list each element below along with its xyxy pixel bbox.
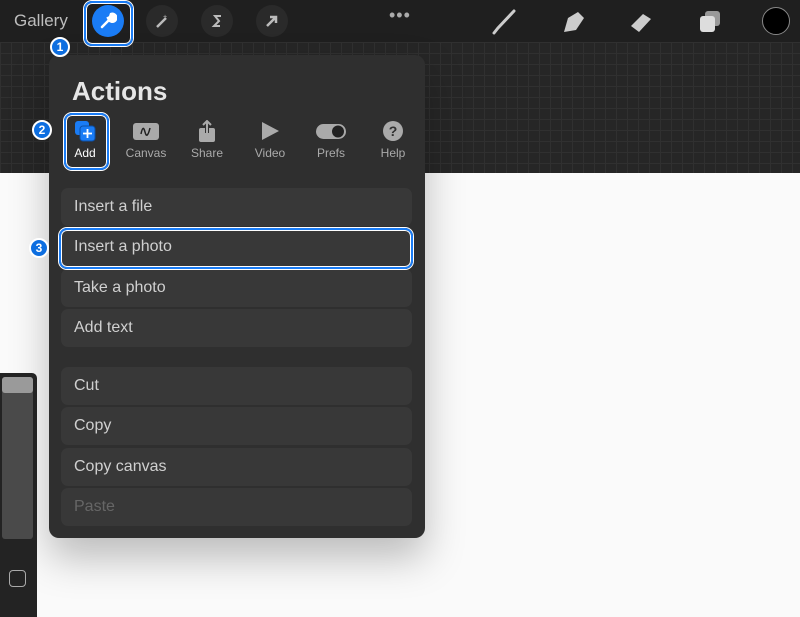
callout-badge: 2 <box>32 120 52 140</box>
transform-arrow-icon[interactable] <box>256 5 288 37</box>
menu-item-copy[interactable]: Copy <box>61 407 412 445</box>
more-icon[interactable]: ••• <box>389 5 411 26</box>
smudge-icon[interactable] <box>560 8 588 36</box>
tab-prefs[interactable]: Prefs <box>306 120 356 160</box>
color-picker[interactable] <box>762 7 790 35</box>
menu-item-copy-canvas[interactable]: Copy canvas <box>61 448 412 486</box>
menu-item-insert-file[interactable]: Insert a file <box>61 188 412 226</box>
magic-wand-icon[interactable]: + <box>146 5 178 37</box>
gallery-button[interactable]: Gallery <box>14 11 68 31</box>
menu-item-cut[interactable]: Cut <box>61 367 412 405</box>
slider-thumb[interactable] <box>2 377 33 393</box>
highlight-box <box>84 1 133 46</box>
modify-button[interactable] <box>9 570 26 587</box>
menu-item-paste: Paste <box>61 488 412 526</box>
svg-text:+: + <box>163 14 167 21</box>
highlight-box <box>64 113 109 170</box>
help-icon: ? <box>383 121 403 141</box>
panel-title: Actions <box>72 76 168 106</box>
brush-size-slider[interactable] <box>2 377 33 539</box>
share-icon <box>199 120 215 142</box>
layers-icon[interactable] <box>696 8 724 36</box>
tab-share[interactable]: Share <box>182 120 232 160</box>
highlight-box <box>59 228 413 269</box>
menu-item-take-photo[interactable]: Take a photo <box>61 269 412 307</box>
menu-item-add-text[interactable]: Add text <box>61 309 412 347</box>
canvas-icon <box>133 123 159 140</box>
svg-text:?: ? <box>389 123 398 139</box>
tab-video[interactable]: Video <box>245 120 295 160</box>
toggle-icon <box>316 124 346 139</box>
callout-badge: 3 <box>29 238 49 258</box>
selection-icon[interactable] <box>201 5 233 37</box>
eraser-icon[interactable] <box>627 8 655 36</box>
brush-icon[interactable] <box>490 8 518 36</box>
tab-canvas[interactable]: Canvas <box>121 120 171 160</box>
tab-help[interactable]: ? Help <box>368 120 418 160</box>
callout-badge: 1 <box>50 37 70 57</box>
video-icon <box>262 122 279 140</box>
